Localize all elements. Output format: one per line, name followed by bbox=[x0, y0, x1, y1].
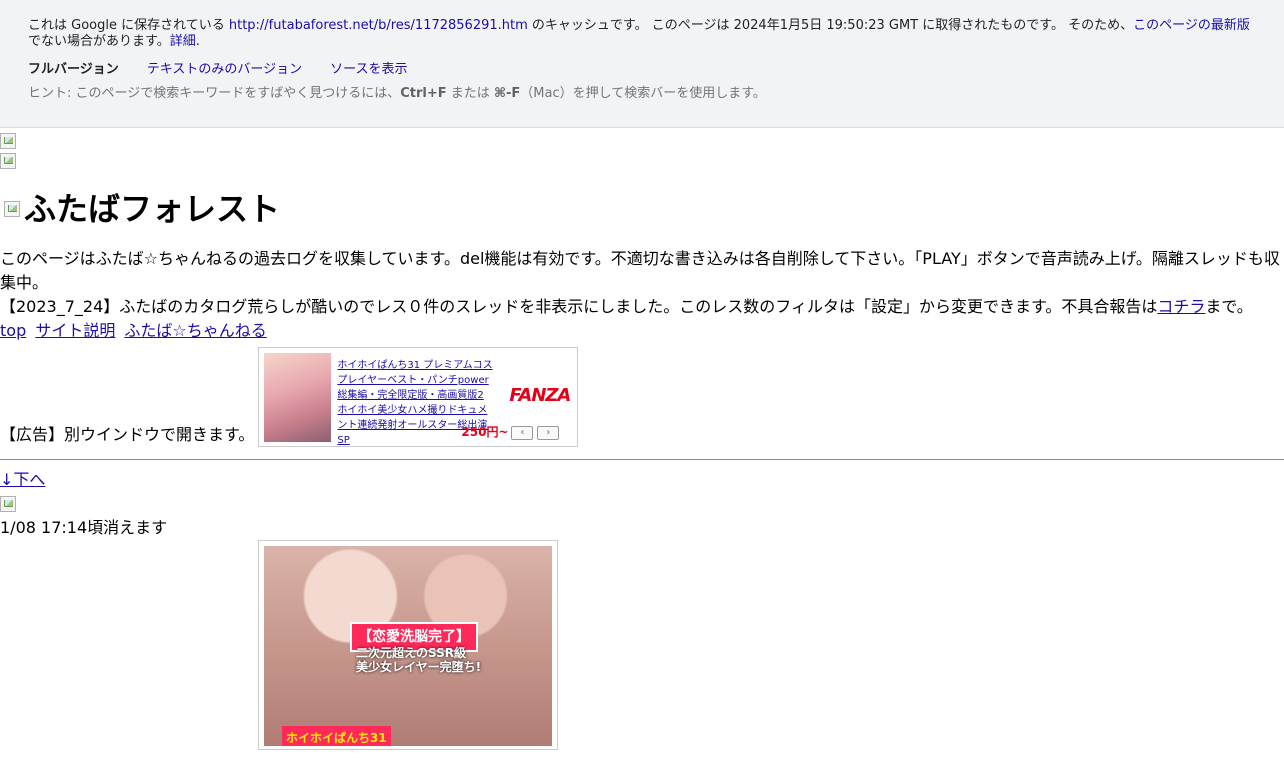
notice-suffix: まで。 bbox=[1205, 297, 1253, 316]
hint-key-ctrl-f: Ctrl+F bbox=[400, 86, 447, 101]
promo-image[interactable]: 【恋愛洗脳完了】 二次元超えのSSR級 美少女レイヤー完堕ち! ホイホイぱんち3… bbox=[264, 546, 552, 746]
divider bbox=[0, 459, 1284, 460]
promo-product-name: ホイホイぱんち31 bbox=[282, 726, 391, 746]
site-title-text: ふたばフォレスト bbox=[24, 190, 281, 228]
fanza-logo: FANZA bbox=[509, 385, 571, 406]
hint-suffix: （Mac）を押して検索バーを使用します。 bbox=[520, 86, 766, 101]
broken-image-icon bbox=[0, 496, 16, 512]
ad-price: 250円~ bbox=[461, 425, 509, 439]
ad-row: 【広告】別ウインドウで開きます。 ホイホイぱんち31 プレミアムコスプレイヤーベ… bbox=[0, 343, 1284, 447]
promo-banner[interactable]: 【恋愛洗脳完了】 二次元超えのSSR級 美少女レイヤー完堕ち! ホイホイぱんち3… bbox=[258, 540, 558, 750]
cache-prefix: これは Google に保存されている bbox=[28, 18, 229, 33]
cached-url-link[interactable]: http://futabaforest.net/b/res/1172856291… bbox=[229, 18, 528, 33]
chevron-right-icon[interactable]: › bbox=[537, 426, 560, 440]
hint-key-cmd-f: ⌘-F bbox=[493, 86, 521, 101]
site-title: ふたばフォレスト bbox=[0, 189, 1284, 229]
scroll-down-link[interactable]: ↓下へ bbox=[0, 470, 45, 489]
text-only-link[interactable]: テキストのみのバージョン bbox=[147, 62, 302, 78]
thread-expire-time: 1/08 17:14頃消えます bbox=[0, 518, 168, 537]
hint-prefix: ヒント: このページで検索キーワードをすばやく見つけるには、 bbox=[28, 86, 401, 101]
cache-notice: これは Google に保存されている http://futabaforest.… bbox=[28, 18, 1256, 50]
latest-version-link[interactable]: このページの最新版 bbox=[1133, 18, 1250, 33]
cache-suffix: でない場合があります。 bbox=[28, 34, 170, 49]
site-notice: 【2023_7_24】ふたばのカタログ荒らしが酷いのでレス０件のスレッドを非表示… bbox=[0, 295, 1284, 319]
header-image-row-1 bbox=[0, 129, 1284, 153]
details-suffix: . bbox=[195, 34, 200, 49]
nav-futaba-link[interactable]: ふたば☆ちゃんねる bbox=[124, 321, 266, 340]
site-nav: top サイト説明 ふたば☆ちゃんねる bbox=[0, 319, 1284, 343]
version-row: フルバージョン テキストのみのバージョン ソースを表示 bbox=[28, 62, 1256, 78]
search-hint: ヒント: このページで検索キーワードをすばやく見つけるには、Ctrl+F または… bbox=[28, 86, 1256, 102]
promo-wrap: 【恋愛洗脳完了】 二次元超えのSSR級 美少女レイヤー完堕ち! ホイホイぱんち3… bbox=[0, 540, 1284, 750]
nav-top-link[interactable]: top bbox=[0, 321, 26, 340]
ad-banner[interactable]: ホイホイぱんち31 プレミアムコスプレイヤーベスト・パンチpower総集編・完全… bbox=[258, 347, 579, 447]
ad-carousel-controls: ‹ › bbox=[511, 426, 560, 440]
ad-label: 【広告】別ウインドウで開きます。 bbox=[0, 425, 255, 444]
page-body: ふたばフォレスト このページはふたば☆ちゃんねるの過去ログを収集しています。de… bbox=[0, 129, 1284, 750]
promo-subtitle: 二次元超えのSSR級 美少女レイヤー完堕ち! bbox=[356, 646, 482, 674]
header-image-row-2 bbox=[0, 153, 1284, 169]
broken-image-icon bbox=[0, 153, 16, 169]
thread-image-row bbox=[0, 492, 1284, 516]
full-version-label: フルバージョン bbox=[28, 62, 119, 77]
site-description: このページはふたば☆ちゃんねるの過去ログを収集しています。del機能は有効です。… bbox=[0, 249, 1280, 292]
site-logo-icon bbox=[4, 201, 20, 217]
ad-thumbnail[interactable] bbox=[264, 353, 332, 442]
chevron-left-icon[interactable]: ‹ bbox=[511, 426, 534, 440]
hint-mid: または bbox=[446, 86, 494, 101]
down-link-row: ↓下へ bbox=[0, 468, 1284, 492]
details-link[interactable]: 詳細 bbox=[170, 34, 196, 49]
cache-banner: これは Google に保存されている http://futabaforest.… bbox=[0, 0, 1284, 128]
nav-about-link[interactable]: サイト説明 bbox=[35, 321, 115, 340]
broken-image-icon bbox=[0, 133, 16, 149]
notice-text: 【2023_7_24】ふたばのカタログ荒らしが酷いのでレス０件のスレッドを非表示… bbox=[0, 297, 1158, 316]
view-source-link[interactable]: ソースを表示 bbox=[330, 62, 407, 78]
cache-middle: のキャッシュです。 このページは 2024年1月5日 19:50:23 GMT … bbox=[527, 18, 1134, 33]
bug-report-link[interactable]: コチラ bbox=[1157, 297, 1205, 316]
